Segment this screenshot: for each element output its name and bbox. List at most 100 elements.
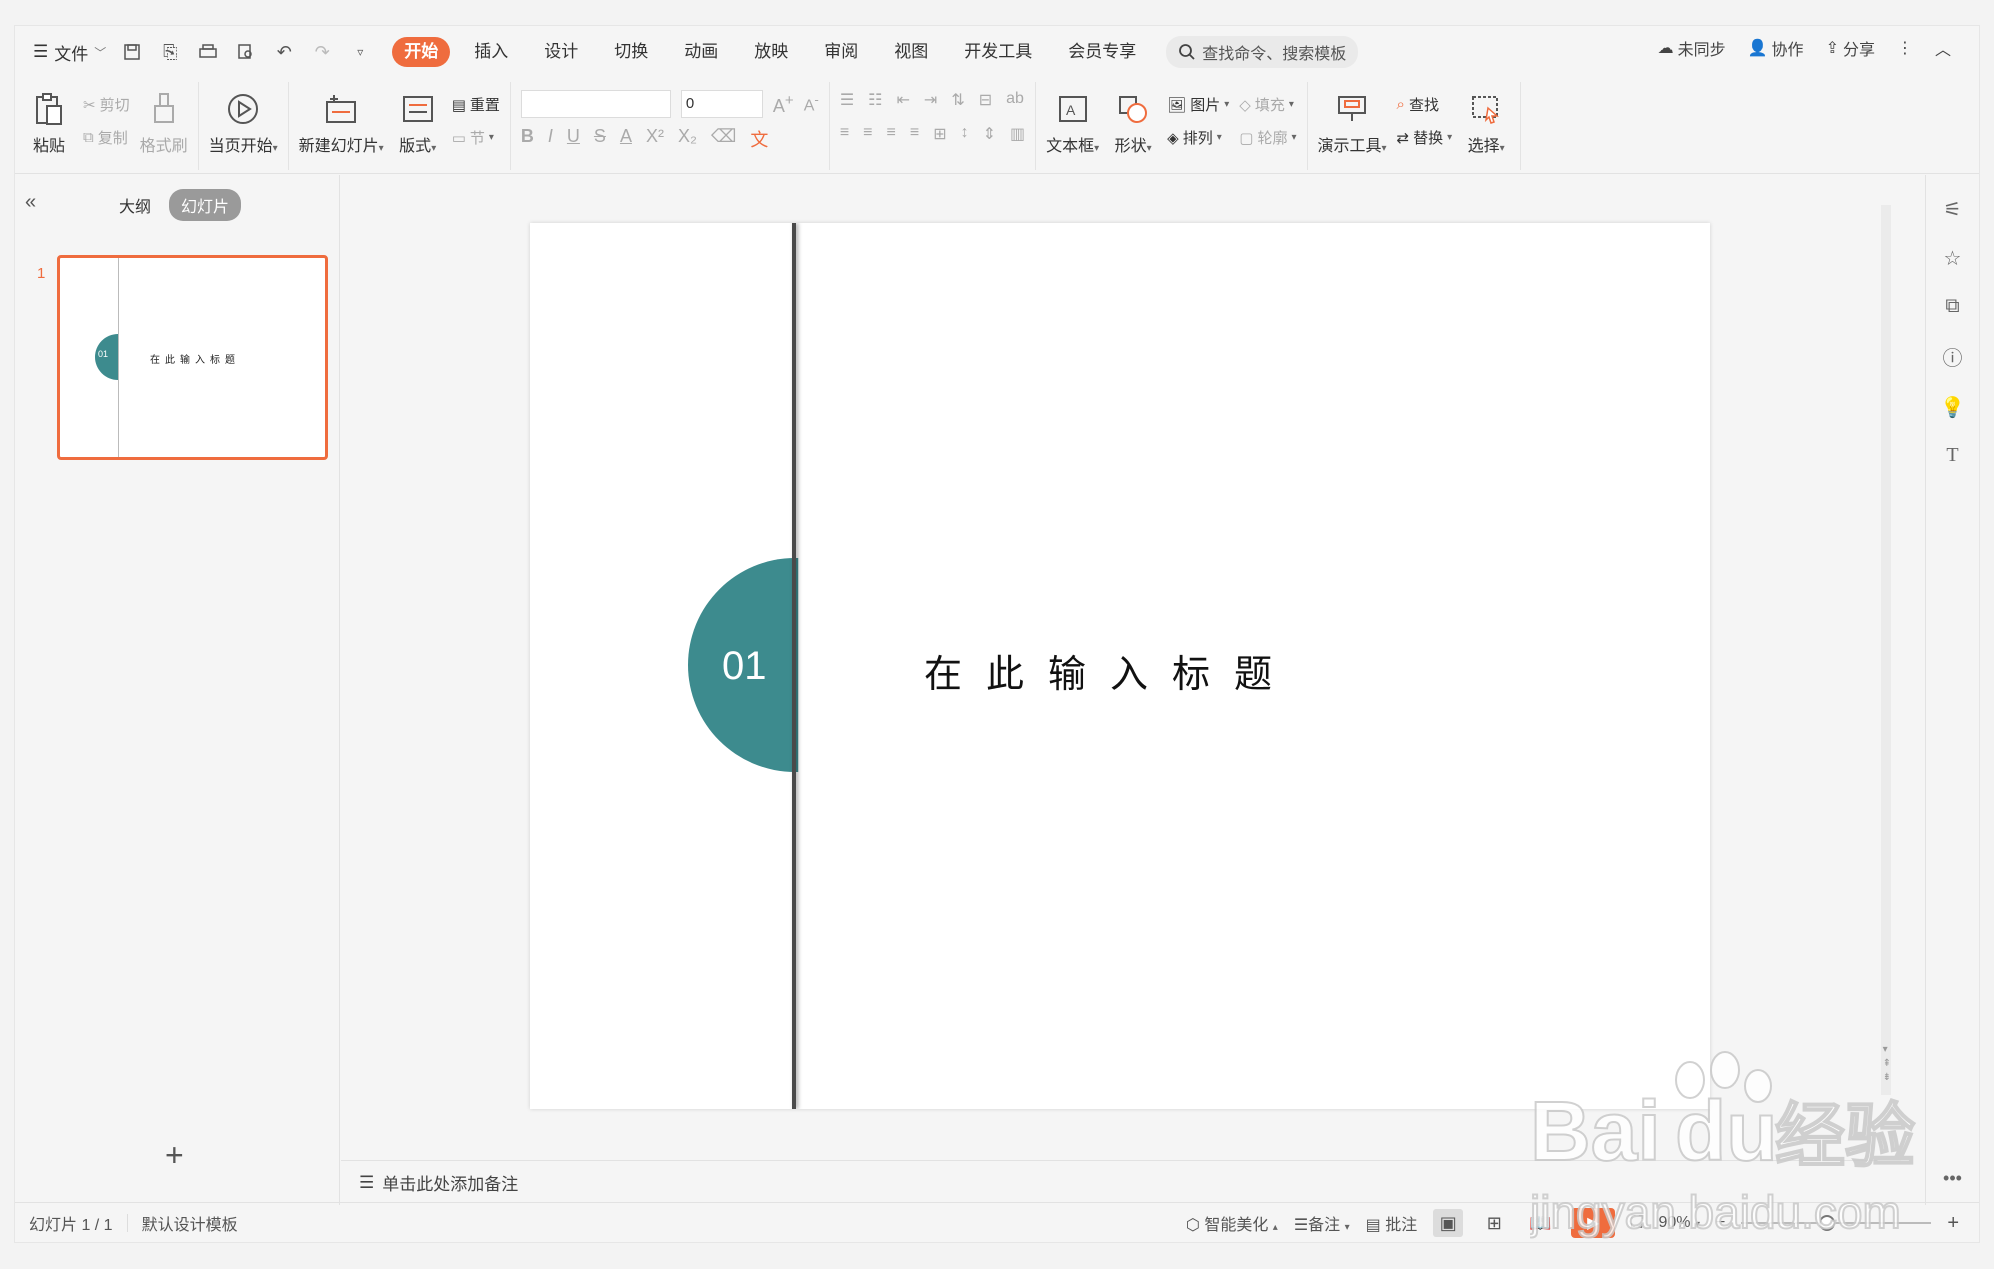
properties-icon[interactable]: ⚟ <box>1944 197 1962 222</box>
undo-icon[interactable]: ↶ <box>272 40 296 64</box>
template-name[interactable]: 默认设计模板 <box>142 1211 238 1235</box>
font-color-icon[interactable]: A <box>620 126 632 152</box>
save-icon[interactable] <box>120 40 144 64</box>
layout-button[interactable]: 版式▾ <box>394 90 442 156</box>
scroll-arrows[interactable]: ▾ ⇞ ⇟ <box>1883 1043 1891 1085</box>
italic-icon[interactable]: I <box>548 126 553 152</box>
zoom-level[interactable]: 90% ▾ <box>1658 1214 1700 1232</box>
add-slide-icon[interactable]: + <box>165 1137 184 1174</box>
align-right-icon[interactable]: ≡ <box>887 124 896 144</box>
slides-icon[interactable]: ⧉ <box>1945 295 1959 318</box>
outline-button[interactable]: ▢ 轮廓 ▾ <box>1239 127 1296 148</box>
text-direction-icon[interactable]: ⇅ <box>951 90 964 110</box>
zoom-out-icon[interactable]: − <box>1716 1214 1725 1232</box>
justify-icon[interactable]: ≡ <box>910 124 919 144</box>
command-search[interactable]: 查找命令、搜索模板 <box>1166 36 1359 68</box>
new-slide-button[interactable]: 新建幻灯片▾ <box>299 90 384 156</box>
picture-button[interactable]: 🖼 图片 ▾ <box>1167 94 1229 115</box>
notes-bar[interactable]: ☰ 单击此处添加备注 <box>341 1160 1901 1204</box>
play-from-current-button[interactable]: 当页开始▾ <box>209 90 278 156</box>
tab-developer[interactable]: 开发工具 <box>946 37 1050 67</box>
font-size-select[interactable]: 0 <box>680 90 763 118</box>
tab-view[interactable]: 视图 <box>876 37 946 67</box>
arrange-button[interactable]: ◈ 排列 ▾ <box>1167 127 1229 148</box>
textbox-button[interactable]: A 文本框▾ <box>1046 90 1099 156</box>
zoom-slider-thumb[interactable] <box>1819 1215 1836 1231</box>
distribute-icon[interactable]: ⊞ <box>933 124 946 144</box>
star-icon[interactable]: ☆ <box>1944 246 1962 271</box>
section-button[interactable]: ▭ 节 ▾ <box>452 127 500 148</box>
strikethrough-icon[interactable]: S <box>594 126 606 152</box>
increase-indent-icon[interactable]: ⇥ <box>924 90 937 110</box>
superscript-icon[interactable]: X² <box>646 126 664 152</box>
zoom-in-icon[interactable]: + <box>1947 1212 1959 1235</box>
tab-animations[interactable]: 动画 <box>666 37 736 67</box>
tab-home[interactable]: 开始 <box>392 37 451 67</box>
bullets-icon[interactable]: ☰ <box>840 90 854 110</box>
comments-button[interactable]: ▤ 批注 <box>1366 1211 1418 1235</box>
slide-sorter-icon[interactable]: ⊞ <box>1479 1209 1509 1237</box>
subscript-icon[interactable]: X₂ <box>678 126 697 152</box>
tab-member[interactable]: 会员专享 <box>1050 37 1154 67</box>
more-horizontal-icon[interactable]: ••• <box>1943 1168 1962 1189</box>
customize-toolbar-icon[interactable]: ▿ <box>348 40 372 64</box>
reading-view-icon[interactable]: 📖 <box>1525 1209 1555 1237</box>
tab-outline[interactable]: 大纲 <box>119 193 151 217</box>
underline-icon[interactable]: U <box>567 126 580 152</box>
decrease-indent-icon[interactable]: ⇤ <box>897 90 910 110</box>
cut-button[interactable]: ✂ 剪切 <box>83 94 130 115</box>
fill-button[interactable]: ◇ 填充 ▾ <box>1239 94 1296 115</box>
collapse-panel-icon[interactable]: « <box>25 191 36 214</box>
decrease-font-icon[interactable]: A- <box>804 92 819 115</box>
zoom-slider[interactable] <box>1741 1215 1932 1231</box>
columns-icon[interactable]: ▥ <box>1010 124 1025 144</box>
paste-button[interactable]: 粘贴 <box>25 90 73 156</box>
tab-review[interactable]: 审阅 <box>806 37 876 67</box>
slide-title[interactable]: 在此输入标题 <box>924 643 1296 698</box>
tab-design[interactable]: 设计 <box>526 37 596 67</box>
para-spacing-icon[interactable]: ⇕ <box>983 124 996 144</box>
normal-view-icon[interactable]: ▣ <box>1433 1209 1464 1237</box>
collapse-ribbon-icon[interactable]: ︿ <box>1935 36 1951 60</box>
presenter-tools-button[interactable]: 演示工具▾ <box>1318 90 1387 156</box>
tab-transitions[interactable]: 切换 <box>596 37 666 67</box>
format-painter-button[interactable]: 格式刷 <box>140 90 188 156</box>
tab-slideshow[interactable]: 放映 <box>736 37 806 67</box>
fit-window-icon[interactable]: ⛶ <box>1631 1214 1642 1232</box>
phonetic-icon[interactable]: 文 <box>750 126 768 152</box>
tab-slides[interactable]: 幻灯片 <box>169 189 242 221</box>
slide-number-badge[interactable]: 01 <box>722 644 767 689</box>
sync-status[interactable]: ☁ 未同步 <box>1658 36 1726 60</box>
redo-icon[interactable]: ↷ <box>310 40 334 64</box>
align-text-icon[interactable]: ⊟ <box>979 90 992 110</box>
find-button[interactable]: ⌕ 查找 <box>1397 94 1453 115</box>
eraser-icon[interactable]: ⌫ <box>711 126 736 152</box>
copy-button[interactable]: ⧉ 复制 <box>83 127 130 148</box>
text-icon[interactable]: T <box>1946 444 1958 467</box>
collaborate-button[interactable]: 👤 协作 <box>1748 36 1804 60</box>
help-icon[interactable]: ⓘ <box>1943 342 1963 371</box>
font-family-select[interactable] <box>520 90 671 118</box>
reset-button[interactable]: ▤ 重置 <box>452 94 500 115</box>
play-slideshow-button[interactable]: ▶ <box>1571 1208 1616 1238</box>
clear-format-icon[interactable]: ⎘ <box>158 40 182 64</box>
slide-canvas[interactable]: 01 在此输入标题 <box>530 223 1710 1109</box>
print-icon[interactable] <box>196 40 220 64</box>
file-menu[interactable]: ☰ 文件 ﹀ <box>33 40 106 65</box>
shape-button[interactable]: 形状▾ <box>1109 90 1157 156</box>
slide-thumbnail[interactable]: 01 在此输入标题 <box>57 255 328 460</box>
notes-toggle-button[interactable]: ☰备注 ▾ <box>1294 1211 1350 1235</box>
beautify-button[interactable]: ⬡ 智能美化 ▴ <box>1186 1211 1278 1235</box>
share-button[interactable]: ⇪ 分享 <box>1826 36 1875 60</box>
align-left-icon[interactable]: ≡ <box>840 124 849 144</box>
lightbulb-icon[interactable]: 💡 <box>1940 395 1965 420</box>
vertical-divider[interactable] <box>792 223 796 1109</box>
numbering-icon[interactable]: ☷ <box>868 90 882 110</box>
select-button[interactable]: 选择▾ <box>1462 90 1510 156</box>
char-spacing-icon[interactable]: ab <box>1006 90 1024 110</box>
bold-icon[interactable]: B <box>521 126 534 152</box>
align-center-icon[interactable]: ≡ <box>863 124 872 144</box>
print-preview-icon[interactable] <box>234 40 258 64</box>
increase-font-icon[interactable]: A+ <box>773 92 794 117</box>
more-vertical-icon[interactable]: ⋮ <box>1897 38 1913 58</box>
